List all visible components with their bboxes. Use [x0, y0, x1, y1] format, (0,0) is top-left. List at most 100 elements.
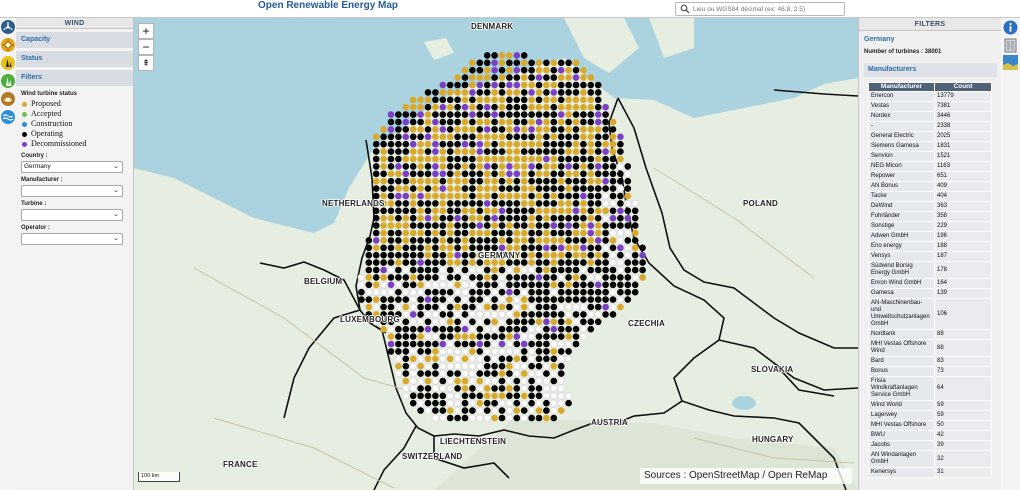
- turbine-cluster-marker[interactable]: [417, 103, 424, 111]
- turbine-cluster-marker[interactable]: [528, 111, 535, 118]
- turbine-cluster-marker[interactable]: [417, 200, 424, 207]
- turbine-cluster-marker[interactable]: [528, 207, 535, 215]
- turbine-cluster-marker[interactable]: [431, 332, 440, 341]
- turbine-cluster-marker[interactable]: [513, 59, 521, 67]
- turbine-cluster-marker[interactable]: [513, 369, 521, 378]
- turbine-cluster-marker[interactable]: [424, 200, 432, 207]
- turbine-cluster-marker[interactable]: [417, 303, 424, 311]
- turbine-cluster-marker[interactable]: [469, 170, 476, 178]
- turbine-cluster-marker[interactable]: [557, 362, 565, 370]
- turbine-cluster-marker[interactable]: [498, 370, 506, 377]
- turbine-cluster-marker[interactable]: [432, 340, 439, 348]
- turbine-cluster-marker[interactable]: [468, 355, 477, 363]
- turbine-cluster-marker[interactable]: [535, 163, 543, 170]
- turbine-cluster-marker[interactable]: [402, 288, 410, 297]
- turbine-cluster-marker[interactable]: [557, 340, 566, 348]
- turbine-cluster-marker[interactable]: [513, 170, 521, 178]
- turbine-cluster-marker[interactable]: [402, 318, 410, 326]
- turbine-cluster-marker[interactable]: [565, 222, 572, 229]
- turbine-cluster-marker[interactable]: [439, 325, 447, 333]
- turbine-cluster-marker[interactable]: [535, 355, 543, 363]
- turbine-cluster-marker[interactable]: [543, 133, 550, 141]
- turbine-cluster-marker[interactable]: [461, 148, 469, 155]
- table-row[interactable]: Enercon 13779: [868, 91, 992, 102]
- turbine-cluster-marker[interactable]: [380, 207, 387, 215]
- turbine-cluster-marker[interactable]: [543, 200, 550, 207]
- turbine-cluster-marker[interactable]: [380, 133, 387, 141]
- turbine-cluster-marker[interactable]: [461, 229, 469, 237]
- turbine-cluster-marker[interactable]: [365, 259, 373, 266]
- turbine-cluster-marker[interactable]: [513, 318, 521, 326]
- turbine-cluster-marker[interactable]: [572, 303, 580, 311]
- turbine-cluster-marker[interactable]: [446, 288, 454, 296]
- turbine-cluster-marker[interactable]: [528, 103, 535, 111]
- turbine-cluster-marker[interactable]: [454, 170, 461, 178]
- turbine-cluster-marker[interactable]: [453, 266, 462, 274]
- turbine-cluster-marker[interactable]: [380, 296, 387, 303]
- turbine-cluster-marker[interactable]: [491, 59, 498, 67]
- turbine-cluster-marker[interactable]: [432, 266, 439, 274]
- turbine-cluster-marker[interactable]: [550, 103, 558, 111]
- turbine-cluster-marker[interactable]: [432, 274, 439, 281]
- turbine-cluster-marker[interactable]: [387, 251, 395, 259]
- turbine-cluster-marker[interactable]: [572, 229, 580, 237]
- turbine-cluster-marker[interactable]: [617, 200, 624, 207]
- turbine-cluster-marker[interactable]: [431, 414, 440, 422]
- turbine-cluster-marker[interactable]: [631, 207, 639, 215]
- turbine-cluster-marker[interactable]: [498, 333, 506, 340]
- turbine-cluster-marker[interactable]: [446, 192, 454, 200]
- turbine-cluster-marker[interactable]: [513, 200, 521, 207]
- turbine-cluster-marker[interactable]: [439, 244, 447, 252]
- turbine-cluster-marker[interactable]: [372, 229, 380, 237]
- turbine-cluster-marker[interactable]: [520, 214, 528, 222]
- turbine-cluster-marker[interactable]: [528, 385, 535, 392]
- turbine-cluster-marker[interactable]: [565, 59, 572, 67]
- turbine-cluster-marker[interactable]: [395, 274, 402, 281]
- turbine-cluster-marker[interactable]: [424, 133, 432, 141]
- turbine-cluster-marker[interactable]: [506, 392, 513, 400]
- turbine-cluster-marker[interactable]: [565, 288, 572, 296]
- turbine-cluster-marker[interactable]: [417, 348, 424, 355]
- turbine-cluster-marker[interactable]: [468, 310, 477, 319]
- turbine-cluster-marker[interactable]: [631, 244, 639, 252]
- turbine-cluster-marker[interactable]: [513, 392, 521, 400]
- turbine-cluster-marker[interactable]: [439, 155, 447, 163]
- turbine-cluster-marker[interactable]: [587, 251, 595, 259]
- turbine-cluster-marker[interactable]: [550, 118, 558, 126]
- turbine-cluster-marker[interactable]: [439, 140, 447, 148]
- turbine-cluster-marker[interactable]: [417, 407, 424, 414]
- turbine-cluster-marker[interactable]: [439, 377, 447, 385]
- turbine-cluster-marker[interactable]: [528, 133, 535, 141]
- turbine-cluster-marker[interactable]: [402, 214, 410, 222]
- turbine-cluster-marker[interactable]: [380, 237, 387, 244]
- turbine-cluster-marker[interactable]: [550, 311, 558, 318]
- turbine-cluster-marker[interactable]: [424, 318, 432, 326]
- turbine-cluster-marker[interactable]: [483, 362, 491, 370]
- turbine-cluster-marker[interactable]: [580, 207, 587, 215]
- turbine-cluster-marker[interactable]: [616, 295, 625, 304]
- turbine-cluster-marker[interactable]: [520, 362, 529, 371]
- turbine-cluster-marker[interactable]: [520, 281, 528, 289]
- turbine-cluster-marker[interactable]: [580, 274, 587, 281]
- turbine-cluster-marker[interactable]: [476, 81, 484, 89]
- turbine-cluster-marker[interactable]: [387, 214, 395, 222]
- turbine-cluster-marker[interactable]: [520, 103, 528, 111]
- turbine-cluster-marker[interactable]: [528, 392, 535, 400]
- turbine-cluster-marker[interactable]: [461, 325, 469, 333]
- turbine-cluster-marker[interactable]: [617, 303, 624, 311]
- turbine-cluster-marker[interactable]: [446, 185, 454, 192]
- turbine-cluster-marker[interactable]: [513, 148, 521, 155]
- turbine-cluster-marker[interactable]: [602, 303, 609, 311]
- turbine-cluster-marker[interactable]: [439, 347, 447, 356]
- turbine-cluster-marker[interactable]: [587, 325, 595, 333]
- turbine-cluster-marker[interactable]: [535, 229, 543, 237]
- turbine-cluster-marker[interactable]: [483, 66, 491, 74]
- turbine-cluster-marker[interactable]: [506, 259, 513, 266]
- turbine-cluster-marker[interactable]: [609, 214, 617, 222]
- turbine-cluster-marker[interactable]: [609, 303, 617, 311]
- turbine-cluster-marker[interactable]: [594, 288, 602, 296]
- turbine-cluster-marker[interactable]: [483, 310, 492, 319]
- turbine-cluster-marker[interactable]: [580, 66, 587, 74]
- turbine-cluster-marker[interactable]: [469, 59, 476, 67]
- turbine-cluster-marker[interactable]: [446, 362, 455, 371]
